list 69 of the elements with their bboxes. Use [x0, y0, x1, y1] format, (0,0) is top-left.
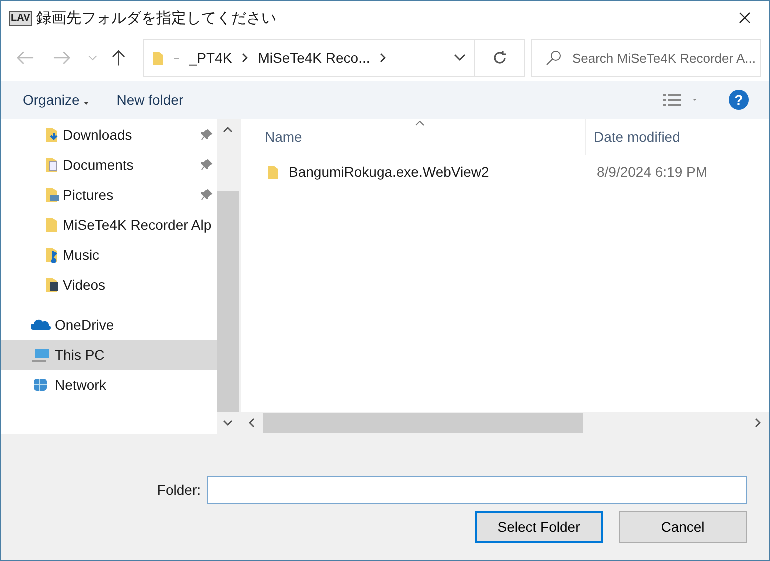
file-date: 8/9/2024 6:19 PM: [596, 164, 708, 180]
pictures-folder-icon: [45, 187, 59, 203]
caret-down-icon: [84, 102, 89, 105]
horizontal-scrollbar[interactable]: [241, 412, 769, 434]
refresh-button[interactable]: [474, 39, 526, 77]
folder-icon: [45, 217, 59, 233]
vertical-scrollbar[interactable]: [217, 119, 239, 434]
new-folder-button[interactable]: New folder: [108, 88, 192, 112]
nav-item[interactable]: Documents: [1, 150, 217, 180]
breadcrumb[interactable]: MiSeTe4K Reco...: [258, 50, 370, 66]
nav-label: Videos: [63, 277, 107, 293]
scrollbar-thumb[interactable]: [217, 191, 239, 412]
cancel-button[interactable]: Cancel: [619, 511, 747, 543]
up-arrow-icon[interactable]: [112, 49, 126, 67]
documents-folder-icon: [45, 157, 59, 173]
nav-label: Pictures: [63, 187, 115, 203]
scroll-down-icon[interactable]: [223, 420, 233, 426]
file-name: BangumiRokuga.exe.WebView2: [289, 164, 490, 180]
folder-label: Folder:: [157, 482, 201, 498]
organize-button[interactable]: Organize: [15, 88, 97, 112]
sort-ascending-icon: [415, 121, 425, 126]
search-placeholder: Search MiSeTe4K Recorder A...: [572, 50, 756, 66]
forward-icon[interactable]: [52, 51, 70, 65]
music-folder-icon: [45, 247, 59, 263]
downloads-folder-icon: [45, 127, 59, 143]
nav-item[interactable]: OneDrive: [1, 310, 217, 340]
nav-label: Music: [63, 247, 101, 263]
nav-item[interactable]: This PC: [1, 340, 217, 370]
scrollbar-thumb[interactable]: [263, 413, 583, 433]
help-button[interactable]: ?: [729, 90, 749, 110]
scroll-left-icon[interactable]: [249, 418, 255, 428]
view-list-icon[interactable]: [663, 94, 697, 106]
folder-icon: [152, 50, 164, 66]
column-header-label: Name: [265, 129, 302, 145]
file-row[interactable]: BangumiRokuga.exe.WebView2 8/9/2024 6:19 PM: [241, 155, 769, 189]
close-icon[interactable]: [739, 12, 751, 24]
nav-item[interactable]: MiSeTe4K Recorder Alp: [1, 210, 217, 240]
window-title: 録画先フォルダを指定してください: [36, 8, 276, 28]
breadcrumb[interactable]: _PT4K: [189, 50, 232, 66]
nav-item[interactable]: Pictures: [1, 180, 217, 210]
nav-label: OneDrive: [55, 317, 116, 333]
cloud-icon: [31, 317, 51, 333]
select-folder-button[interactable]: Select Folder: [475, 511, 603, 543]
nav-label: Network: [55, 377, 108, 393]
nav-item[interactable]: Music: [1, 240, 217, 270]
nav-label: Downloads: [63, 127, 134, 143]
nav-item[interactable]: Network: [1, 370, 217, 400]
folder-icon: [267, 164, 279, 180]
search-field[interactable]: Search MiSeTe4K Recorder A...: [531, 39, 761, 77]
column-header[interactable]: Name: [241, 119, 586, 155]
chevron-right-icon: [380, 53, 386, 63]
column-header[interactable]: Date modified: [586, 119, 769, 155]
nav-label: MiSeTe4K Recorder Alp: [63, 217, 213, 233]
nav-item[interactable]: Videos: [1, 270, 217, 300]
scroll-up-icon[interactable]: [223, 127, 233, 133]
nav-label: Documents: [63, 157, 135, 173]
address-bar[interactable]: _PT4K MiSeTe4K Reco...: [143, 39, 475, 77]
chevron-down-icon[interactable]: [454, 54, 466, 62]
scroll-right-icon[interactable]: [755, 418, 761, 428]
back-icon[interactable]: [17, 51, 35, 65]
videos-folder-icon: [45, 277, 59, 293]
nav-item[interactable]: Downloads: [1, 120, 217, 150]
search-icon: [546, 50, 562, 66]
app-logo: LAV: [9, 10, 32, 26]
folder-field[interactable]: [207, 476, 747, 504]
computer-icon: [31, 347, 51, 363]
nav-label: This PC: [55, 347, 106, 363]
chevron-right-icon: [242, 53, 248, 63]
refresh-icon: [492, 50, 508, 66]
